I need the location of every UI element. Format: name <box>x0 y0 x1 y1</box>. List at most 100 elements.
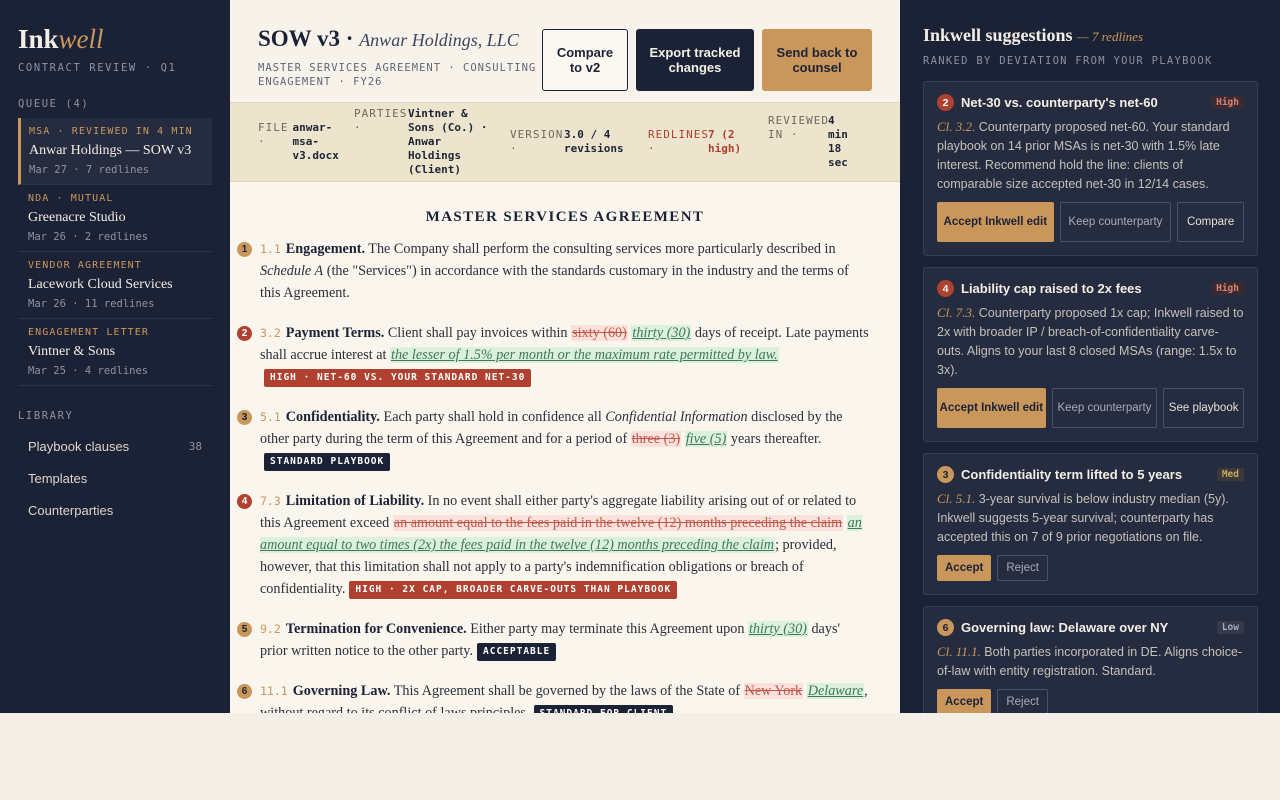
meta-label: REDLINES · <box>648 128 709 155</box>
library-item-templates[interactable]: Templates <box>18 462 212 494</box>
panel-title-text: Inkwell suggestions <box>923 25 1073 45</box>
inserted-text[interactable]: Delaware <box>806 683 865 699</box>
meta-value: anwar-msa-v3.docx <box>292 121 339 162</box>
card-number-badge: 2 <box>937 94 954 111</box>
library-item-counterparties[interactable]: Counterparties <box>18 494 212 526</box>
clause-engagement[interactable]: 1 1.1 Engagement. The Company shall perfo… <box>237 238 870 304</box>
reject-button[interactable]: Reject <box>997 555 1048 581</box>
clause-confidentiality[interactable]: 3 5.1 Confidentiality. Each party shall h… <box>237 406 870 472</box>
clause-marker[interactable]: 5 <box>237 622 252 637</box>
redline-count: — 7 redlines <box>1077 29 1144 44</box>
severity-badge: High <box>1211 96 1244 109</box>
library-item-playbook[interactable]: Playbook clauses 38 <box>18 430 212 462</box>
accept-inkwell-edit-button[interactable]: Accept Inkwell edit <box>937 388 1046 428</box>
severity-badge: Low <box>1216 621 1244 634</box>
queue-item-meta: Mar 26 · 11 redlines <box>28 298 155 310</box>
see-playbook-button[interactable]: See playbook <box>1163 388 1244 428</box>
accept-inkwell-edit-button[interactable]: Accept Inkwell edit <box>937 202 1054 242</box>
card-title: Net-30 vs. counterparty's net-60 <box>961 95 1158 110</box>
card-number-badge: 4 <box>937 280 954 297</box>
clause-liability[interactable]: 4 7.3 Limitation of Liability. In no even… <box>237 490 870 600</box>
clause-reference[interactable]: Cl. 3.2. <box>937 119 975 134</box>
reject-button[interactable]: Reject <box>997 689 1048 713</box>
queue-item-meta: Mar 25 · 4 redlines <box>28 365 149 377</box>
card-description: Cl. 3.2. Counterparty proposed net-60. Y… <box>937 117 1244 194</box>
risk-tag: HIGH · NET-60 VS. YOUR STANDARD NET-30 <box>264 368 532 387</box>
queue-item-title: Greenacre Studio <box>28 210 126 225</box>
card-title: Confidentiality term lifted to 5 years <box>961 467 1183 482</box>
queue-item-tag: MSA · REVIEWED IN 4 MIN <box>29 126 193 137</box>
meta-label: PARTIES · <box>354 107 408 134</box>
clause-title: Governing Law. <box>292 683 391 699</box>
queue-item-lacework[interactable]: VENDOR AGREEMENT Lacework Cloud Services… <box>18 252 212 319</box>
sidebar: Inkwell CONTRACT REVIEW · Q1 QUEUE (4) M… <box>0 0 230 713</box>
clause-text: years thereafter. <box>727 431 822 447</box>
clause-title: Confidentiality. <box>285 409 380 425</box>
clause-marker[interactable]: 3 <box>237 410 252 425</box>
inserted-text[interactable]: thirty (30) <box>631 325 692 341</box>
clause-reference[interactable]: Cl. 5.1. <box>937 491 975 506</box>
clause-marker[interactable]: 1 <box>237 242 252 257</box>
clause-number: 5.1 <box>260 410 281 424</box>
suggestion-card-confidentiality[interactable]: 3 Confidentiality term lifted to 5 years… <box>923 453 1258 595</box>
inserted-text[interactable]: five (5) <box>684 431 728 447</box>
deleted-text[interactable]: three (3) <box>630 431 682 447</box>
brand-well: well <box>58 24 104 54</box>
page-title: SOW v3 · Anwar Holdings, LLC <box>258 24 538 55</box>
accept-button[interactable]: Accept <box>937 555 992 581</box>
clause-text: Either party may terminate this Agreemen… <box>466 621 748 637</box>
library-item-label: Playbook clauses <box>28 438 130 454</box>
card-header: 6 Governing law: Delaware over NY Low <box>937 619 1244 636</box>
meta-parties: PARTIES · Vintner & Sons (Co.) · Anwar H… <box>354 107 494 177</box>
accept-button[interactable]: Accept <box>937 689 992 713</box>
clause-marker[interactable]: 2 <box>237 326 252 341</box>
deleted-text[interactable]: sixty (60) <box>571 325 628 341</box>
suggestion-card-net30[interactable]: 2 Net-30 vs. counterparty's net-60 High … <box>923 81 1258 256</box>
inserted-text[interactable]: thirty (30) <box>747 621 808 637</box>
clause-number: 7.3 <box>260 494 281 508</box>
suggestions-panel: Inkwell suggestions — 7 redlines RANKED … <box>900 0 1280 713</box>
suggestion-card-governing-law[interactable]: 6 Governing law: Delaware over NY Low Cl… <box>923 606 1258 713</box>
keep-counterparty-button[interactable]: Keep counterparty <box>1059 202 1172 242</box>
panel-subtitle: RANKED BY DEVIATION FROM YOUR PLAYBOOK <box>923 55 1213 67</box>
meta-value: 4 min 18 sec <box>828 114 848 169</box>
card-text: 3-year survival is below industry median… <box>937 492 1229 544</box>
clause-reference[interactable]: Cl. 7.3. <box>937 305 975 320</box>
compare-button[interactable]: Compare to v2 <box>542 29 628 91</box>
agreement-heading: MASTER SERVICES AGREEMENT <box>425 209 705 225</box>
card-title: Liability cap raised to 2x fees <box>961 281 1142 296</box>
clause-termination[interactable]: 5 9.2 Termination for Convenience. Either… <box>237 618 870 662</box>
queue-item-greenacre[interactable]: NDA · MUTUAL Greenacre Studio Mar 26 · 2… <box>18 185 212 252</box>
clause-marker[interactable]: 4 <box>237 494 252 509</box>
send-back-button[interactable]: Send back to counsel <box>762 29 872 91</box>
clause-governing-law[interactable]: 6 11.1 Governing Law. This Agreement shal… <box>237 680 870 713</box>
severity-badge: High <box>1211 282 1244 295</box>
metadata-bar: FILE · anwar-msa-v3.docx PARTIES · Vintn… <box>230 103 900 182</box>
compare-clause-button[interactable]: Compare <box>1177 202 1244 242</box>
risk-tag: HIGH · 2X CAP, BROADER CARVE-OUTS THAN P… <box>349 580 678 599</box>
meta-value: 3.0 / 4 revisions <box>564 128 624 155</box>
playbook-tag: STANDARD PLAYBOOK <box>264 452 391 471</box>
app-window: Inkwell CONTRACT REVIEW · Q1 QUEUE (4) M… <box>0 0 1280 713</box>
queue-item-vintner[interactable]: ENGAGEMENT LETTER Vintner & Sons Mar 25 … <box>18 319 212 386</box>
queue-item-tag: ENGAGEMENT LETTER <box>28 327 150 338</box>
clause-number: 1.1 <box>260 242 281 256</box>
clause-title: Limitation of Liability. <box>285 493 425 509</box>
card-description: Cl. 11.1. Both parties incorporated in D… <box>937 642 1244 681</box>
keep-counterparty-button[interactable]: Keep counterparty <box>1051 388 1158 428</box>
clause-text: The Company shall perform the consulting… <box>365 241 836 257</box>
deleted-text[interactable]: an amount equal to the fees paid in the … <box>392 515 844 531</box>
card-description: Cl. 7.3. Counterparty proposed 1x cap; I… <box>937 303 1244 380</box>
queue-item-anwar[interactable]: MSA · REVIEWED IN 4 MIN Anwar Holdings —… <box>18 118 212 185</box>
clause-payment-terms[interactable]: 2 3.2 Payment Terms. Client shall pay inv… <box>237 322 870 388</box>
clause-marker[interactable]: 6 <box>237 684 252 699</box>
deleted-text[interactable]: New York <box>743 683 804 699</box>
clause-text: Each party shall hold in confidence all <box>379 409 606 425</box>
inserted-text[interactable]: the lesser of 1.5% per month or the maxi… <box>390 347 779 363</box>
meta-file: FILE · anwar-msa-v3.docx <box>258 121 339 163</box>
suggestion-card-liability[interactable]: 4 Liability cap raised to 2x fees High C… <box>923 267 1258 442</box>
card-text: Both parties incorporated in DE. Aligns … <box>937 645 1243 678</box>
export-button[interactable]: Export tracked changes <box>636 29 754 91</box>
clause-number: 9.2 <box>260 622 281 636</box>
clause-reference[interactable]: Cl. 11.1. <box>937 644 981 659</box>
